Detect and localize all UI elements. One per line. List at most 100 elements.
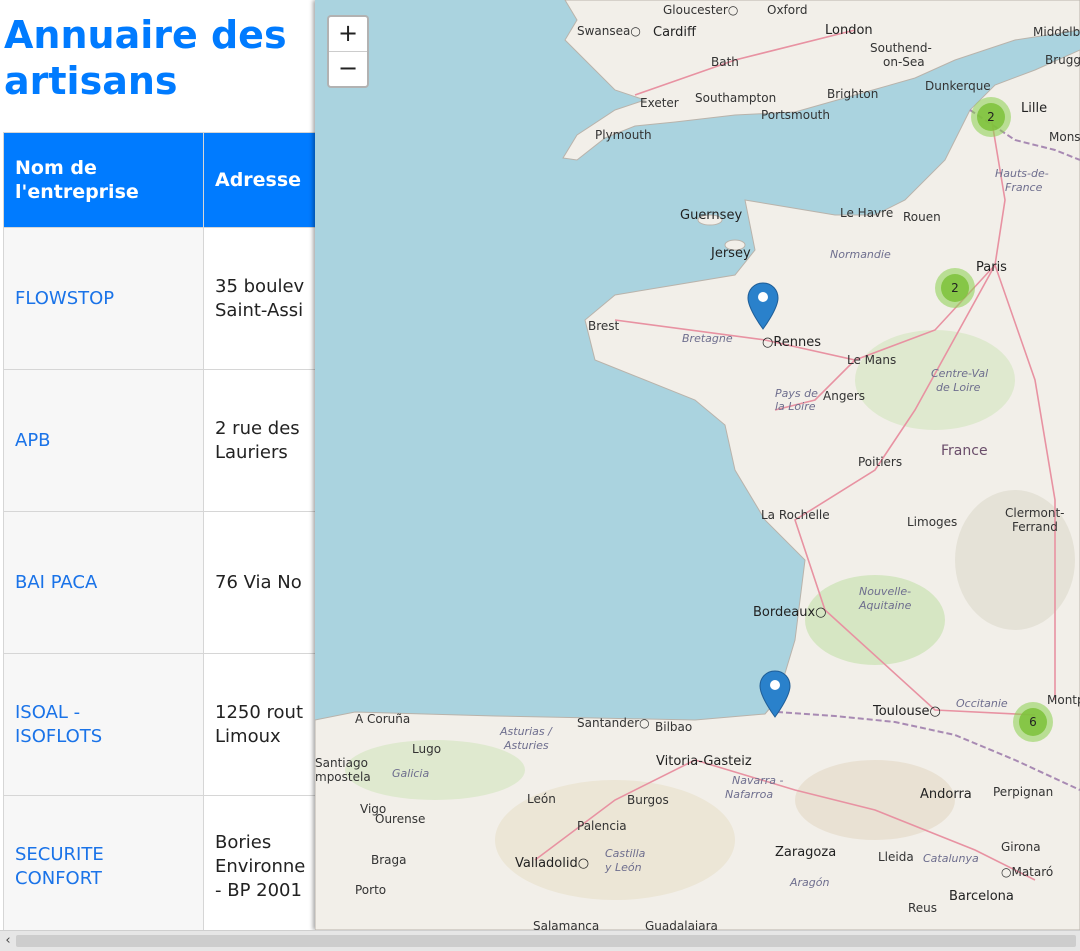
scroll-left-icon[interactable]: ‹: [0, 931, 16, 951]
zoom-in-button[interactable]: +: [329, 17, 367, 51]
company-link[interactable]: SECURITE CONFORT: [15, 844, 104, 889]
company-name-cell: FLOWSTOP: [3, 227, 204, 370]
company-name-cell: BAI PACA: [3, 511, 204, 654]
svg-text:Poitiers: Poitiers: [858, 455, 902, 469]
svg-text:Ferrand: Ferrand: [1012, 520, 1058, 534]
directory-table: Nom de l'entreprise Adresse FLOWSTOP 35 …: [3, 132, 315, 930]
svg-text:Lille: Lille: [1021, 101, 1047, 116]
svg-text:Bordeaux○: Bordeaux○: [753, 605, 826, 620]
address-cell: 35 boulev Saint-Assi: [203, 227, 315, 370]
svg-text:Exeter: Exeter: [640, 96, 679, 110]
svg-text:la Loire: la Loire: [775, 400, 816, 413]
svg-text:Le Mans: Le Mans: [847, 353, 896, 367]
svg-text:Dunkerque: Dunkerque: [925, 79, 991, 93]
svg-text:Aragón: Aragón: [789, 876, 830, 889]
svg-text:Oxford: Oxford: [767, 3, 807, 17]
cluster-marker-paris[interactable]: 2: [935, 268, 975, 308]
svg-text:Toulouse○: Toulouse○: [872, 704, 941, 719]
svg-text:○Mataró: ○Mataró: [1001, 865, 1053, 879]
cluster-count: 6: [1029, 715, 1037, 729]
zoom-out-button[interactable]: −: [329, 51, 367, 86]
zoom-control: + −: [327, 15, 369, 88]
svg-text:Jersey: Jersey: [710, 246, 751, 261]
svg-text:Guadalajara: Guadalajara: [645, 919, 718, 930]
table-row: FLOWSTOP 35 boulev Saint-Assi: [3, 227, 315, 370]
svg-text:Porto: Porto: [355, 883, 386, 897]
svg-text:Navarra -: Navarra -: [732, 774, 784, 787]
svg-text:Southend-: Southend-: [870, 41, 932, 55]
svg-text:Aquitaine: Aquitaine: [858, 599, 912, 612]
svg-text:Palencia: Palencia: [577, 819, 627, 833]
company-name-cell: SECURITE CONFORT: [3, 795, 204, 930]
svg-text:Bretagne: Bretagne: [682, 332, 733, 345]
address-cell: Bories Environne - BP 2001: [203, 795, 315, 930]
svg-text:Santiago: Santiago: [315, 756, 368, 770]
company-name-cell: ISOAL - ISOFLOTS: [3, 653, 204, 796]
svg-text:Reus: Reus: [908, 901, 937, 915]
svg-text:Brest: Brest: [588, 319, 620, 333]
svg-text:Normandie: Normandie: [830, 248, 891, 261]
forest-patch: [855, 330, 1015, 430]
svg-text:Le Havre: Le Havre: [840, 206, 893, 220]
svg-text:Bilbao: Bilbao: [655, 720, 692, 734]
company-link[interactable]: BAI PACA: [15, 572, 97, 593]
cluster-count: 2: [951, 281, 959, 295]
table-row: SECURITE CONFORT Bories Environne - BP 2…: [3, 795, 315, 930]
horizontal-scrollbar[interactable]: ‹: [0, 930, 1080, 951]
svg-text:Rouen: Rouen: [903, 210, 941, 224]
svg-text:France: France: [941, 443, 988, 459]
company-link[interactable]: APB: [15, 430, 51, 451]
svg-text:Southampton: Southampton: [695, 91, 776, 105]
page-title: Annuaire des artisans: [4, 13, 287, 103]
map-view[interactable]: Gloucester○ Oxford London Southend- on-S…: [315, 0, 1080, 930]
svg-text:Andorra: Andorra: [920, 787, 972, 802]
company-name-cell: APB: [3, 369, 204, 512]
svg-text:Gloucester○: Gloucester○: [663, 3, 738, 17]
svg-text:Occitanie: Occitanie: [956, 697, 1008, 710]
svg-text:Bath: Bath: [711, 55, 739, 69]
svg-text:Braga: Braga: [371, 853, 407, 867]
svg-text:Lleida: Lleida: [878, 850, 914, 864]
svg-text:Portsmouth: Portsmouth: [761, 108, 830, 122]
svg-text:Asturies: Asturies: [503, 739, 549, 752]
cluster-marker-montpellier[interactable]: 6: [1013, 702, 1053, 742]
svg-text:Perpignan: Perpignan: [993, 785, 1053, 799]
svg-text:Hauts-de-: Hauts-de-: [995, 167, 1049, 180]
address-cell: 1250 rout Limoux: [203, 653, 315, 796]
svg-text:○Rennes: ○Rennes: [762, 335, 821, 350]
svg-text:Nouvelle-: Nouvelle-: [859, 585, 911, 598]
svg-text:A Coruña: A Coruña: [355, 712, 410, 726]
table-row: ISOAL - ISOFLOTS 1250 rout Limoux: [3, 653, 315, 796]
svg-text:Ourense: Ourense: [375, 812, 425, 826]
svg-text:Limoges: Limoges: [907, 515, 957, 529]
svg-text:y León: y León: [604, 861, 642, 874]
scrollbar-thumb[interactable]: [16, 935, 1076, 947]
company-link[interactable]: FLOWSTOP: [15, 288, 114, 309]
svg-text:Brighton: Brighton: [827, 87, 878, 101]
svg-text:Lugo: Lugo: [412, 742, 441, 756]
svg-text:Brugge: Brugge: [1045, 53, 1080, 67]
svg-text:Santander○: Santander○: [577, 716, 650, 730]
svg-text:Burgos: Burgos: [627, 793, 669, 807]
svg-text:Swansea○: Swansea○: [577, 24, 641, 38]
svg-text:Valladolid○: Valladolid○: [515, 856, 589, 871]
svg-text:Angers: Angers: [823, 389, 865, 403]
address-cell: 76 Via No: [203, 511, 315, 654]
svg-text:Centre-Val: Centre-Val: [931, 367, 988, 380]
svg-text:Asturias /: Asturias /: [499, 725, 553, 738]
map-tiles[interactable]: Gloucester○ Oxford London Southend- on-S…: [315, 0, 1080, 930]
svg-text:Castilla: Castilla: [605, 847, 646, 860]
column-header-address: Adresse: [203, 132, 315, 228]
svg-text:La Rochelle: La Rochelle: [761, 508, 830, 522]
svg-text:London: London: [825, 23, 873, 38]
directory-table-container: Nom de l'entreprise Adresse FLOWSTOP 35 …: [3, 132, 315, 930]
company-link[interactable]: ISOAL - ISOFLOTS: [15, 702, 102, 747]
svg-text:Catalunya: Catalunya: [923, 852, 979, 865]
svg-text:Middelb: Middelb: [1033, 25, 1080, 39]
svg-text:Zaragoza: Zaragoza: [775, 845, 836, 860]
svg-text:León: León: [527, 792, 556, 806]
svg-text:Barcelona: Barcelona: [949, 889, 1014, 904]
cluster-marker-lille[interactable]: 2: [971, 97, 1011, 137]
svg-text:Paris: Paris: [976, 260, 1007, 275]
svg-text:on-Sea: on-Sea: [883, 55, 925, 69]
